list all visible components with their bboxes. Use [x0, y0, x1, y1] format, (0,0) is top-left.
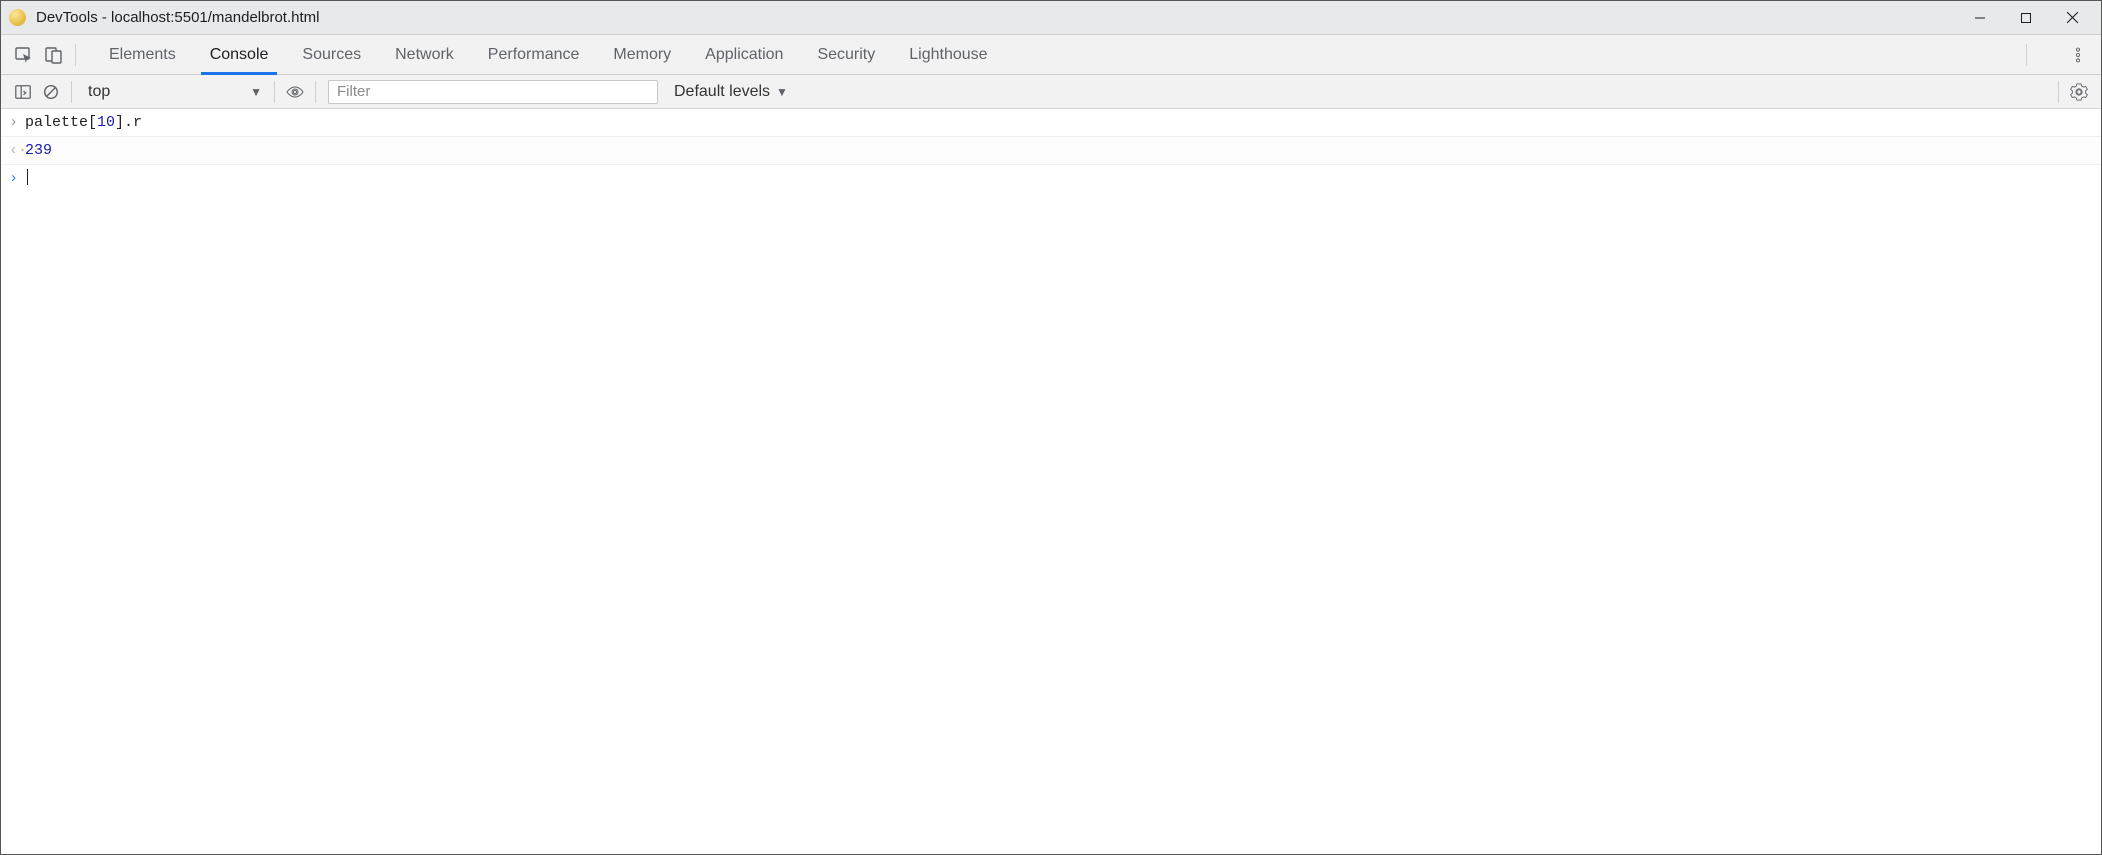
separator [75, 44, 76, 66]
filter-input[interactable] [328, 80, 658, 104]
context-label: top [88, 83, 110, 101]
console-input-code: palette[10].r [25, 113, 2093, 133]
console-input-row: › palette[10].r [1, 109, 2101, 137]
tab-lighthouse[interactable]: Lighthouse [892, 35, 1004, 74]
input-chevron-icon: › [9, 113, 25, 133]
clear-console-icon[interactable] [37, 78, 65, 106]
devtools-app-icon [9, 9, 26, 26]
tab-sources[interactable]: Sources [285, 35, 378, 74]
tab-performance[interactable]: Performance [471, 35, 597, 74]
text-caret [27, 169, 28, 185]
tab-label: Application [705, 46, 783, 64]
tabs-container: Elements Console Sources Network Perform… [86, 35, 1005, 74]
console-toolbar: top ▼ Default levels ▼ [1, 75, 2101, 109]
execution-context-selector[interactable]: top ▼ [78, 80, 268, 104]
inspect-element-icon[interactable] [9, 40, 39, 70]
toggle-console-sidebar-icon[interactable] [9, 78, 37, 106]
tab-memory[interactable]: Memory [596, 35, 688, 74]
console-result-value: 239 [25, 141, 2093, 161]
tab-network[interactable]: Network [378, 35, 471, 74]
tab-label: Sources [302, 46, 361, 64]
window-close-button[interactable] [2049, 2, 2095, 34]
devtools-tabbar: Elements Console Sources Network Perform… [1, 35, 2101, 75]
tab-label: Security [817, 46, 875, 64]
console-prompt-input[interactable] [25, 169, 2093, 189]
device-toolbar-icon[interactable] [39, 40, 69, 70]
tab-elements[interactable]: Elements [92, 35, 193, 74]
gear-icon[interactable] [2033, 40, 2063, 70]
console-settings-gear-icon[interactable] [2065, 78, 2093, 106]
window-minimize-button[interactable] [1957, 2, 2003, 34]
window-titlebar: DevTools - localhost:5501/mandelbrot.htm… [1, 1, 2101, 35]
kebab-menu-icon[interactable] [2063, 40, 2093, 70]
window-title: DevTools - localhost:5501/mandelbrot.htm… [36, 9, 1957, 26]
tab-label: Memory [613, 46, 671, 64]
tab-label: Performance [488, 46, 580, 64]
separator [2026, 44, 2027, 66]
prompt-chevron-icon: › [9, 169, 25, 189]
tab-label: Network [395, 46, 454, 64]
console-prompt-row[interactable]: › [1, 165, 2101, 192]
result-chevron-icon: ‹· [9, 141, 25, 161]
chevron-down-icon: ▼ [776, 85, 788, 99]
log-levels-selector[interactable]: Default levels ▼ [668, 83, 794, 101]
live-expression-eye-icon[interactable] [281, 78, 309, 106]
console-result-row: ‹· 239 [1, 137, 2101, 165]
tab-label: Console [210, 46, 269, 64]
separator [315, 81, 316, 103]
tab-application[interactable]: Application [688, 35, 800, 74]
separator [2058, 81, 2059, 103]
console-output[interactable]: › palette[10].r ‹· 239 › [1, 109, 2101, 854]
window-maximize-button[interactable] [2003, 2, 2049, 34]
levels-label: Default levels [674, 83, 770, 101]
tab-label: Elements [109, 46, 176, 64]
separator [274, 81, 275, 103]
separator [71, 81, 72, 103]
tab-console[interactable]: Console [193, 35, 286, 74]
tab-security[interactable]: Security [800, 35, 892, 74]
tab-label: Lighthouse [909, 46, 987, 64]
chevron-down-icon: ▼ [250, 85, 262, 99]
